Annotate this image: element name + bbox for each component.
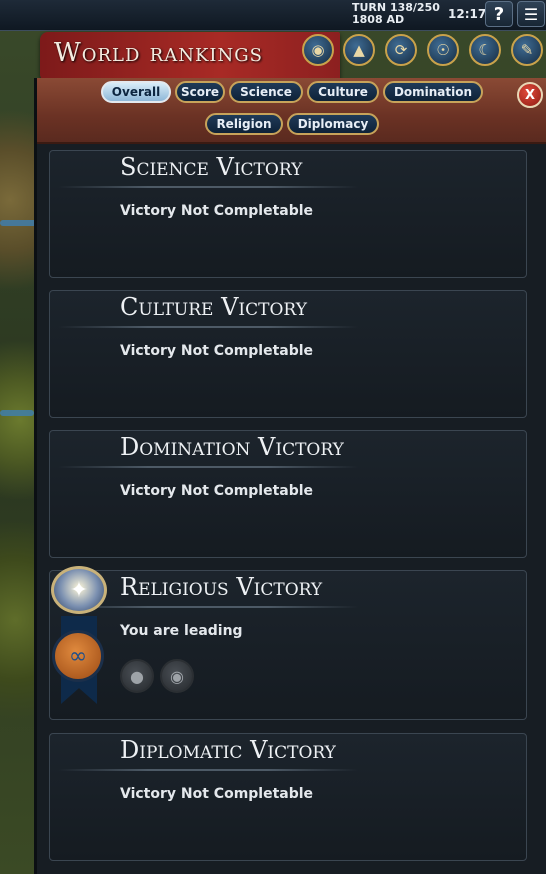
religion-symbol-icon: ∞ xyxy=(52,630,104,682)
science-victory-card: Science Victory Victory Not Completable xyxy=(49,150,527,278)
world-congress-icon[interactable]: ◉ xyxy=(302,34,334,66)
world-rankings-panel: Overall Score Science Culture Domination… xyxy=(34,78,546,874)
tab-overall[interactable]: Overall xyxy=(101,81,171,103)
victory-title: Domination Victory xyxy=(120,433,344,461)
clock: 12:17 xyxy=(448,7,487,21)
tab-score[interactable]: Score xyxy=(175,81,225,103)
leading-medal: ✦ ∞ xyxy=(49,566,109,706)
victory-status: Victory Not Completable xyxy=(120,786,314,802)
tab-strip: Overall Score Science Culture Domination… xyxy=(37,78,546,144)
divider xyxy=(58,186,358,188)
diplomatic-victory-card: Diplomatic Victory Victory Not Completab… xyxy=(49,733,527,861)
religion-icon[interactable]: ☾ xyxy=(469,34,501,66)
bull-civ-icon[interactable]: ◉ xyxy=(160,659,194,693)
turn-counter: TURN 138/250 1808 AD xyxy=(352,2,440,26)
divider xyxy=(58,326,358,328)
victory-title: Diplomatic Victory xyxy=(120,736,336,764)
tab-culture[interactable]: Culture xyxy=(307,81,379,103)
divider xyxy=(58,466,358,468)
page-title: World rankings xyxy=(54,38,264,68)
tab-religion[interactable]: Religion xyxy=(205,113,283,135)
victory-status: You are leading xyxy=(120,623,243,639)
river xyxy=(0,410,34,416)
tab-science[interactable]: Science xyxy=(229,81,303,103)
mask-civ-icon[interactable]: ● xyxy=(120,659,154,693)
great-works-icon[interactable]: ⟳ xyxy=(385,34,417,66)
banner-flag: World rankings xyxy=(40,32,340,82)
laurel-star-icon: ✦ xyxy=(51,566,107,614)
close-button[interactable]: X xyxy=(517,82,543,108)
help-button[interactable]: ? xyxy=(485,1,513,27)
divider xyxy=(58,769,358,771)
victory-title: Science Victory xyxy=(120,153,303,181)
hamburger-menu-icon[interactable]: ☰ xyxy=(517,1,545,27)
victory-status: Victory Not Completable xyxy=(120,483,314,499)
spy-icon[interactable]: ☉ xyxy=(427,34,459,66)
culture-victory-card: Culture Victory Victory Not Completable xyxy=(49,290,527,418)
victory-title: Culture Victory xyxy=(120,293,307,321)
city-states-icon[interactable]: ▲ xyxy=(343,34,375,66)
domination-victory-card: Domination Victory Victory Not Completab… xyxy=(49,430,527,558)
top-status-bar: TURN 138/250 1808 AD 12:17 ? ☰ xyxy=(0,0,546,31)
tab-diplomacy[interactable]: Diplomacy xyxy=(287,113,379,135)
victory-title: Religious Victory xyxy=(120,573,323,601)
victory-icon[interactable]: ✎ xyxy=(511,34,543,66)
victory-status: Victory Not Completable xyxy=(120,203,314,219)
religious-victory-card: Religious Victory You are leading ● ◉ xyxy=(49,570,527,720)
victory-status: Victory Not Completable xyxy=(120,343,314,359)
tab-domination[interactable]: Domination xyxy=(383,81,483,103)
year-label: 1808 AD xyxy=(352,13,405,26)
